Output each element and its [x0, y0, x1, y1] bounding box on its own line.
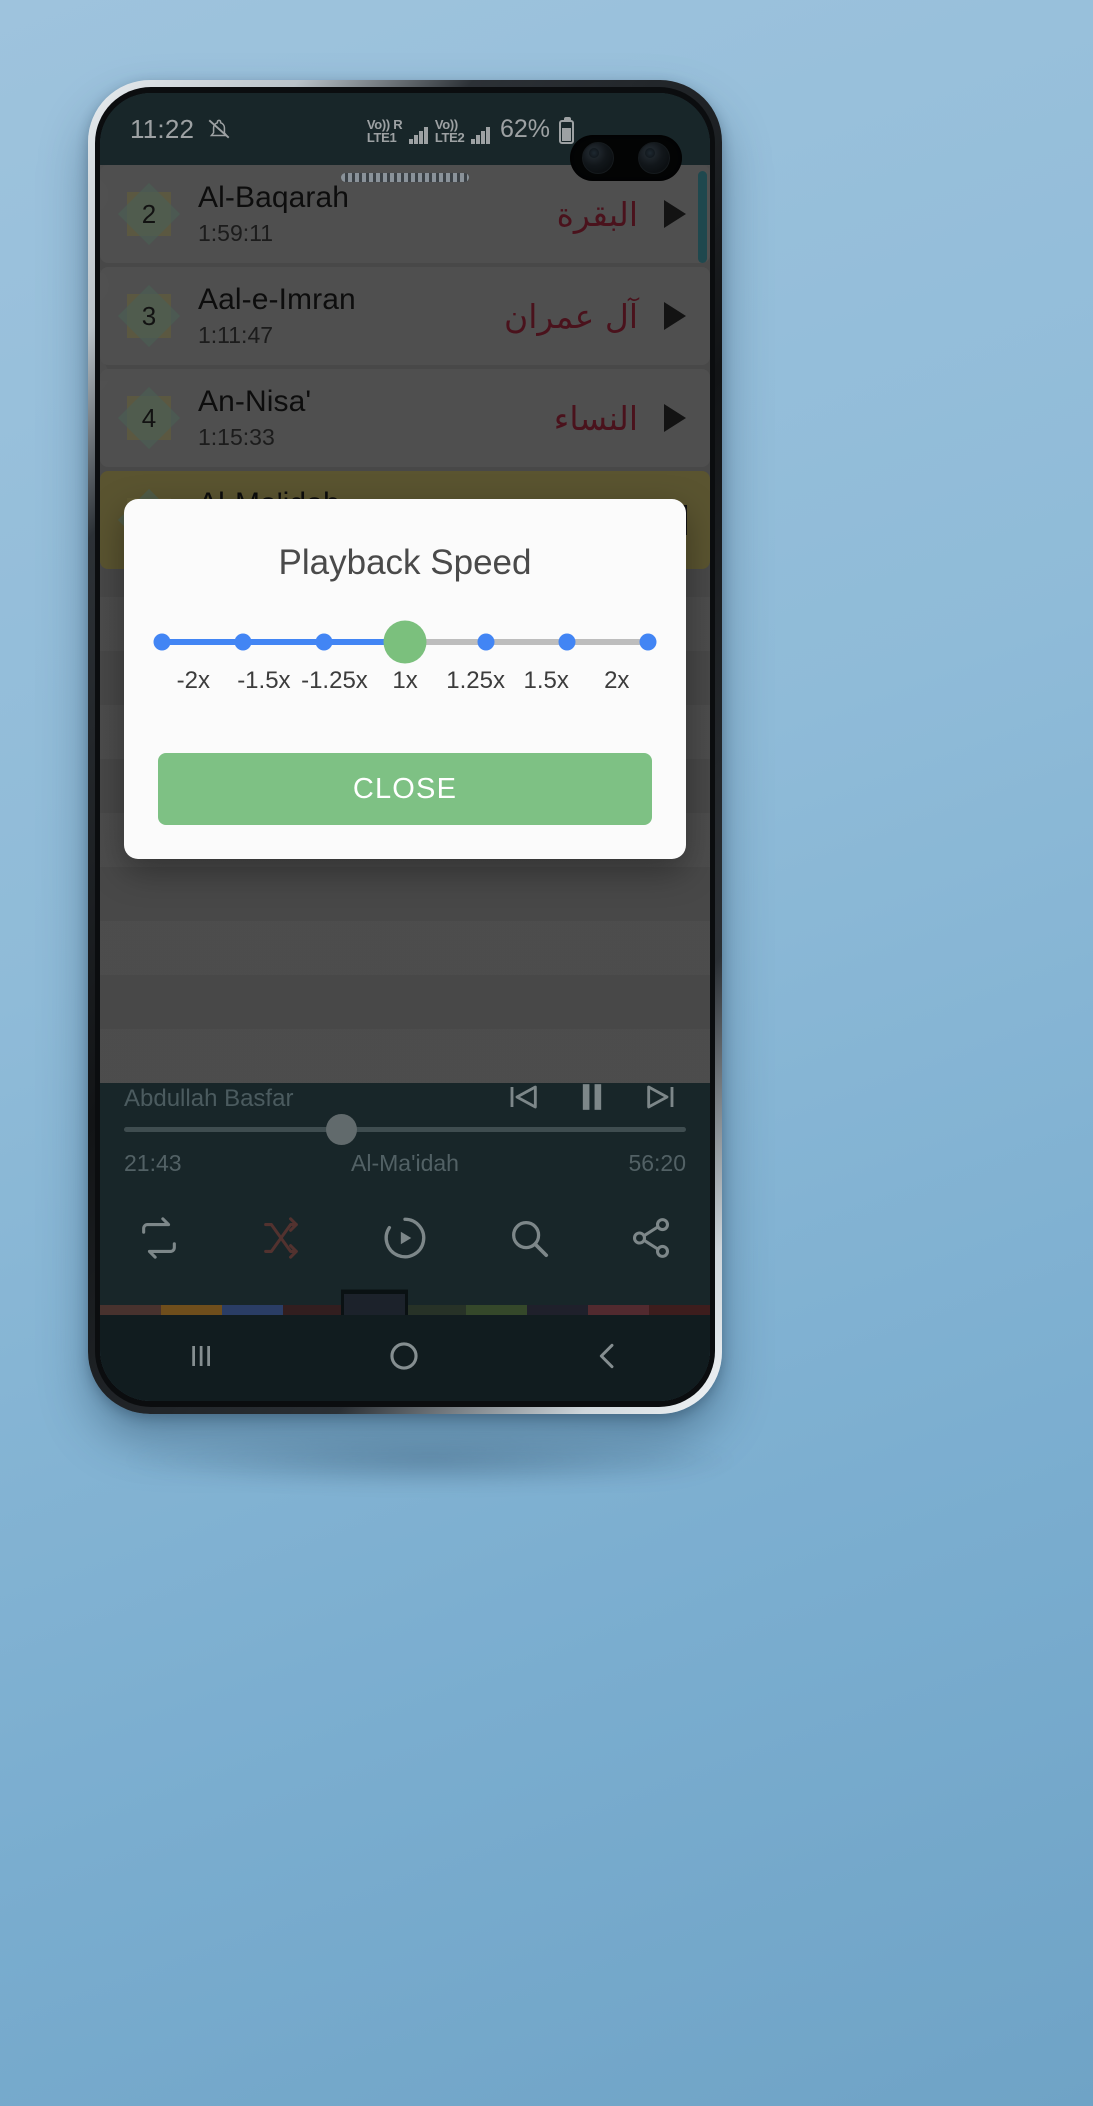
slider-tick-label-selected: 1x — [392, 667, 418, 694]
slider-tick-dot[interactable] — [558, 633, 576, 651]
slider-active-track — [162, 639, 405, 645]
slider-track[interactable] — [153, 620, 657, 664]
phone-device-frame: 11:22 Vo)) R LTE1 Vo)) LTE2 62% 2 Al-Baq… — [88, 80, 722, 1414]
page-title: Playback Speed — [278, 543, 532, 582]
slider-tick-label: 1.25x — [446, 667, 505, 694]
slider-thumb[interactable] — [383, 620, 427, 664]
phone-screen: 11:22 Vo)) R LTE1 Vo)) LTE2 62% 2 Al-Baq… — [100, 93, 710, 1401]
slider-tick-dot[interactable] — [477, 633, 495, 651]
slider-tick-dot[interactable] — [234, 633, 252, 651]
quran-player-app: 11:22 Vo)) R LTE1 Vo)) LTE2 62% 2 Al-Baq… — [100, 93, 710, 1401]
phone-drop-shadow — [120, 1430, 740, 1490]
slider-tick-labels: -2x -1.5x -1.25x 1x 1.25x 1.5x 2x — [158, 667, 652, 695]
slider-tick-label: -2x — [176, 667, 210, 694]
slider-tick-label: 1.5x — [523, 667, 569, 694]
close-button[interactable]: CLOSE — [158, 753, 652, 825]
slider-tick-label: -1.5x — [237, 667, 291, 694]
phone-bezel: 11:22 Vo)) R LTE1 Vo)) LTE2 62% 2 Al-Baq… — [95, 87, 715, 1407]
playback-speed-dialog: Playback Speed -2x -1.5x -1.25x 1x 1.25x… — [124, 499, 686, 859]
speed-slider[interactable]: -2x -1.5x -1.25x 1x 1.25x 1.5x 2x — [124, 620, 686, 695]
earpiece-speaker-grille — [341, 173, 469, 182]
slider-tick-dot[interactable] — [315, 633, 333, 651]
slider-tick-dot[interactable] — [639, 633, 657, 651]
slider-tick-label: -1.25x — [301, 667, 368, 694]
slider-tick-label: 2x — [604, 667, 630, 694]
slider-tick-dot[interactable] — [153, 633, 171, 651]
